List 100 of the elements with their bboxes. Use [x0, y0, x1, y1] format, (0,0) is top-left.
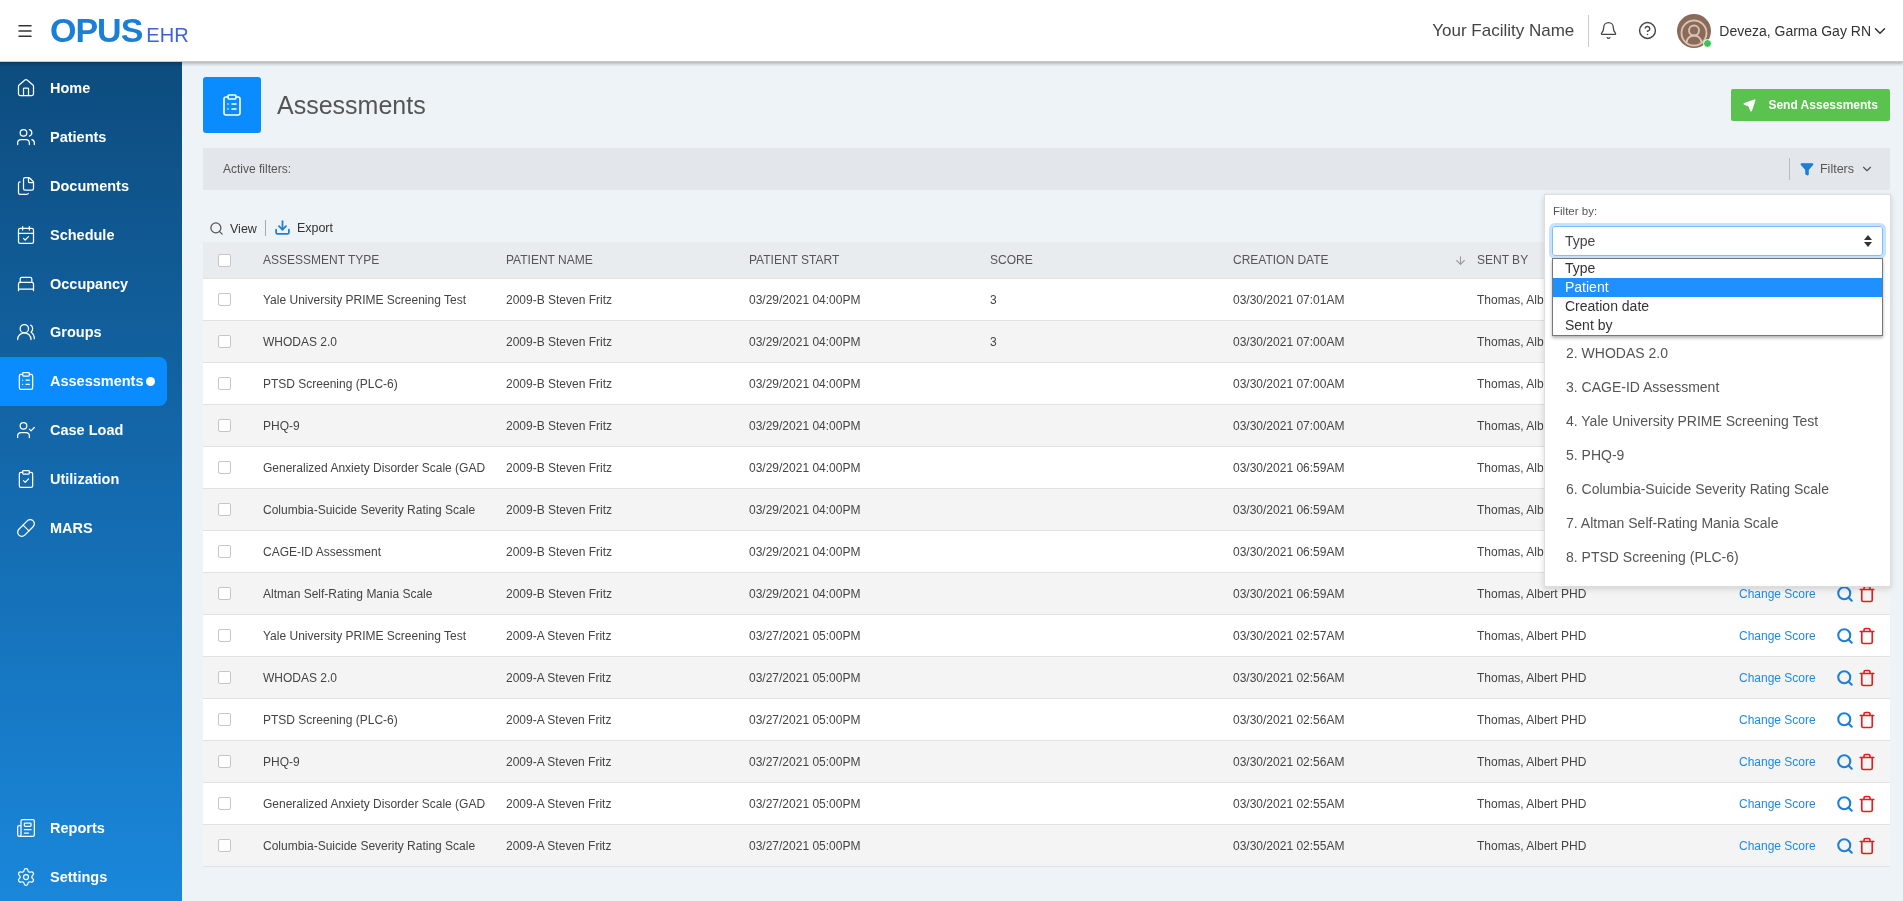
sidebar-item[interactable]: Utilization [0, 454, 167, 504]
select-option[interactable]: Type [1553, 259, 1882, 278]
table-cell: 03/29/2021 04:00PM [749, 376, 861, 391]
change-score-link[interactable]: Change Score [1739, 712, 1816, 727]
table-cell: 03/30/2021 07:01AM [1233, 292, 1345, 307]
checkbox[interactable] [218, 335, 231, 348]
change-score-link[interactable]: Change Score [1739, 628, 1816, 643]
trash-icon[interactable] [1857, 794, 1876, 813]
active-filters-label: Active filters: [223, 162, 291, 176]
column-header[interactable]: CREATION DATE [1233, 253, 1477, 267]
table-cell: 03/30/2021 06:59AM [1233, 544, 1345, 559]
search-icon[interactable] [1835, 710, 1854, 729]
table-cell: 2009-A Steven Fritz [506, 628, 612, 643]
filter-list-item[interactable]: 7. Altman Self-Rating Mania Scale [1552, 506, 1883, 540]
change-score-link[interactable]: Change Score [1739, 796, 1816, 811]
sidebar-item[interactable]: Case Load [0, 405, 167, 455]
checkbox[interactable] [218, 629, 231, 642]
sidebar-item[interactable]: Home [0, 64, 167, 113]
document-icon [16, 176, 36, 196]
column-header[interactable]: ASSESSMENT TYPE [263, 253, 390, 267]
table-cell: Altman Self-Rating Mania Scale [263, 586, 433, 601]
table-cell: 03/30/2021 02:57AM [1233, 628, 1345, 643]
checkbox[interactable] [218, 419, 231, 432]
user-check-icon [16, 419, 36, 440]
table-cell: 2009-B Steven Fritz [506, 292, 613, 307]
filter-list-item[interactable]: 5. PHQ-9 [1552, 438, 1883, 472]
change-score-link[interactable]: Change Score [1739, 586, 1816, 601]
checkbox[interactable] [218, 503, 231, 516]
sidebar-item[interactable]: Settings [0, 852, 167, 901]
filter-list-item[interactable]: 3. CAGE-ID Assessment [1552, 370, 1883, 404]
select-option[interactable]: Sent by [1553, 316, 1882, 335]
download-icon [273, 219, 291, 236]
search-icon[interactable] [1835, 836, 1854, 855]
checkbox[interactable] [218, 755, 231, 768]
checkbox[interactable] [218, 545, 231, 558]
search-icon[interactable] [1835, 584, 1854, 603]
search-icon[interactable] [1835, 668, 1854, 687]
column-header[interactable]: PATIENT NAME [506, 253, 603, 267]
filter-list-item[interactable]: 4. Yale University PRIME Screening Test [1552, 404, 1883, 438]
search-icon[interactable] [1835, 626, 1854, 645]
table-cell: 03/30/2021 02:55AM [1233, 838, 1345, 853]
checkbox[interactable] [218, 587, 231, 600]
column-header[interactable]: SCORE [990, 253, 1043, 267]
avatar[interactable] [1677, 13, 1712, 48]
table-cell: 2009-A Steven Fritz [506, 712, 612, 727]
sidebar-item[interactable]: Assessments [0, 356, 167, 406]
view-button[interactable]: View [209, 221, 257, 236]
sidebar-item[interactable]: Schedule [0, 210, 167, 260]
settings-icon [16, 866, 36, 887]
search-icon[interactable] [1835, 752, 1854, 771]
trash-icon[interactable] [1857, 626, 1876, 645]
filter-list-item[interactable]: 8. PTSD Screening (PLC-6) [1552, 540, 1883, 574]
clipboard-icon [203, 77, 261, 133]
column-header[interactable]: PATIENT START [749, 253, 850, 267]
change-score-link[interactable]: Change Score [1739, 838, 1816, 853]
table-cell: Thomas, Albert PHD [1477, 796, 1587, 811]
trash-icon[interactable] [1857, 752, 1876, 771]
user-name[interactable]: Deveza, Garma Gay RN [1719, 22, 1871, 39]
filter-list-item[interactable]: 6. Columbia-Suicide Severity Rating Scale [1552, 472, 1883, 506]
table-cell: Thomas, Alb [1477, 376, 1544, 391]
checkbox[interactable] [218, 671, 231, 684]
table-cell: Thomas, Alb [1477, 544, 1544, 559]
sidebar-item[interactable]: Documents [0, 161, 167, 211]
checkbox[interactable] [218, 377, 231, 390]
checkbox[interactable] [218, 713, 231, 726]
checkbox[interactable] [218, 839, 231, 852]
change-score-link[interactable]: Change Score [1739, 670, 1816, 685]
table-cell: PTSD Screening (PLC-6) [263, 376, 398, 391]
table-cell: 03/30/2021 06:59AM [1233, 586, 1345, 601]
table-cell: 2009-B Steven Fritz [506, 502, 613, 517]
sidebar-item[interactable]: MARS [0, 503, 167, 552]
checkbox[interactable] [218, 461, 231, 474]
table-cell: 03/29/2021 04:00PM [749, 292, 861, 307]
trash-icon[interactable] [1857, 836, 1876, 855]
table-cell: Columbia-Suicide Severity Rating Scale [263, 502, 476, 517]
table-cell: Thomas, Alb [1477, 502, 1544, 517]
column-header[interactable]: SENT BY [1477, 253, 1539, 267]
sidebar-item[interactable]: Patients [0, 112, 167, 162]
checkbox[interactable] [218, 293, 231, 306]
checkbox[interactable] [218, 797, 231, 810]
filter-select[interactable]: Type [1552, 226, 1883, 256]
pill-icon [16, 517, 36, 538]
filter-list-item[interactable]: 2. WHODAS 2.0 [1552, 336, 1883, 370]
facility-name: Your Facility Name [1432, 14, 1590, 47]
select-option[interactable]: Creation date [1553, 297, 1882, 316]
table-cell: 2009-B Steven Fritz [506, 544, 613, 559]
checkbox[interactable] [218, 253, 231, 267]
export-button[interactable]: Export [273, 219, 333, 236]
sidebar-item[interactable]: Occupancy [0, 259, 167, 308]
sidebar-item[interactable]: Groups [0, 308, 167, 357]
sidebar-item[interactable]: Reports [0, 803, 167, 853]
search-icon[interactable] [1835, 794, 1854, 813]
table-cell: Thomas, Albert PHD [1477, 670, 1587, 685]
table-cell: 03/29/2021 04:00PM [749, 586, 861, 601]
trash-icon[interactable] [1857, 668, 1876, 687]
change-score-link[interactable]: Change Score [1739, 754, 1816, 769]
filters-button[interactable]: Filters [1788, 158, 1878, 180]
clipboard-icon [16, 371, 36, 392]
trash-icon[interactable] [1857, 710, 1876, 729]
table-cell: Thomas, Alb [1477, 460, 1544, 475]
